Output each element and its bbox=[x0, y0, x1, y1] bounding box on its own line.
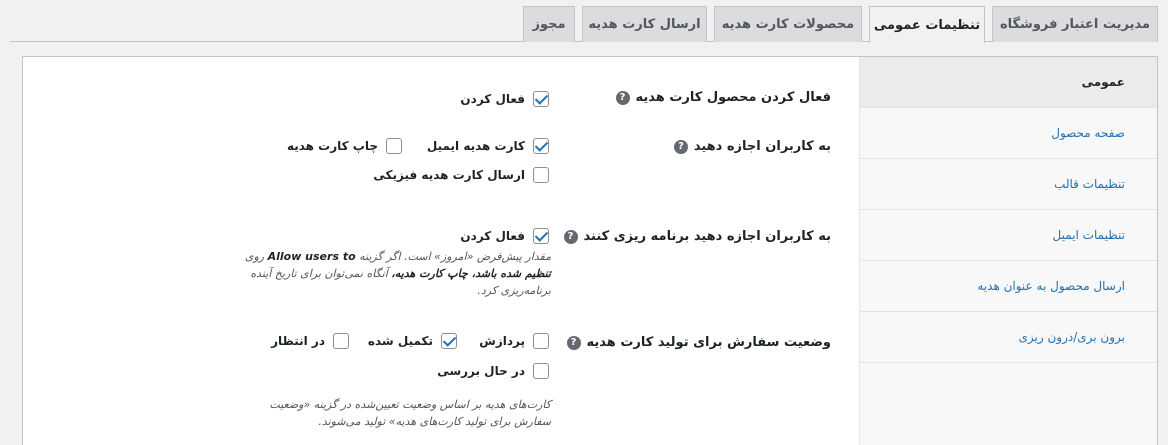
help-icon[interactable]: ? bbox=[673, 139, 688, 154]
status-pending-checkbox[interactable] bbox=[333, 333, 349, 349]
order-status-label: وضعیت سفارش برای تولید کارت هدیه ? bbox=[566, 335, 831, 350]
status-onhold-checkbox[interactable] bbox=[533, 363, 549, 379]
tab-store-credit[interactable]: مدیریت اعتبار فروشگاه bbox=[992, 6, 1158, 42]
enable-giftcard-checkbox[interactable] bbox=[533, 91, 549, 107]
print-giftcard-option: چاپ کارت هدیه bbox=[287, 138, 402, 154]
sidebar-item-product-page[interactable]: صفحه محصول bbox=[860, 108, 1157, 159]
sidebar-item-template-settings[interactable]: تنظیمات قالب bbox=[860, 159, 1157, 210]
allow-schedule-option: فعال کردن bbox=[460, 228, 549, 244]
desc-text: آنگاه نمی‌توان برای تاریخ bbox=[274, 267, 388, 280]
status-pending-option: در انتظار bbox=[271, 333, 349, 349]
allow-schedule-description: مقدار پیش‌فرض «امروز» است. اگر گزینه All… bbox=[231, 248, 551, 299]
physical-giftcard-label: ارسال کارت هدیه فیزیکی bbox=[373, 168, 525, 182]
settings-tabs: مدیریت اعتبار فروشگاه تنظیمات عمومی محصو… bbox=[10, 6, 1158, 43]
status-completed-option: تکمیل شده bbox=[368, 333, 457, 349]
status-processing-option: پردازش bbox=[479, 333, 549, 349]
allow-users-label: به کاربران اجازه دهید ? bbox=[673, 139, 831, 154]
print-giftcard-checkbox[interactable] bbox=[386, 138, 402, 154]
email-giftcard-option: کارت هدیه ایمیل bbox=[427, 138, 549, 154]
order-status-label-text: وضعیت سفارش برای تولید کارت هدیه bbox=[586, 335, 831, 350]
desc-bold: Allow users to bbox=[267, 250, 356, 263]
print-giftcard-label: چاپ کارت هدیه bbox=[286, 139, 378, 153]
desc-line: کارت‌های هدیه بر اساس وضعیت تعیین‌شده در… bbox=[269, 398, 551, 411]
status-pending-label: در انتظار bbox=[271, 334, 325, 348]
enable-giftcard-label-text: فعال کردن محصول کارت هدیه bbox=[635, 90, 831, 105]
status-processing-label: پردازش bbox=[479, 334, 525, 348]
status-processing-checkbox[interactable] bbox=[533, 333, 549, 349]
tab-giftcard-products[interactable]: محصولات کارت هدیه bbox=[714, 6, 862, 42]
desc-bold: تنظیم شده باشد، چاپ کارت هدیه، bbox=[391, 267, 551, 280]
tab-general-settings[interactable]: تنظیمات عمومی bbox=[869, 6, 985, 43]
settings-sidebar: عمومی صفحه محصول تنظیمات قالب تنظیمات ای… bbox=[859, 57, 1157, 445]
allow-schedule-option-label: فعال کردن bbox=[460, 229, 525, 243]
enable-giftcard-label: فعال کردن محصول کارت هدیه ? bbox=[615, 90, 831, 105]
status-completed-checkbox[interactable] bbox=[441, 333, 457, 349]
allow-schedule-label-text: به کاربران اجازه دهید برنامه ریزی کنند bbox=[583, 229, 831, 244]
desc-text: مقدار پیش‌فرض «امروز» است. اگر گزینه bbox=[359, 250, 551, 263]
tab-send-giftcard[interactable]: ارسال کارت هدیه bbox=[582, 6, 707, 42]
sidebar-item-email-settings[interactable]: تنظیمات ایمیل bbox=[860, 210, 1157, 261]
enable-giftcard-option-label: فعال کردن bbox=[460, 92, 525, 106]
sidebar-item-general[interactable]: عمومی bbox=[860, 57, 1157, 108]
physical-giftcard-checkbox[interactable] bbox=[533, 167, 549, 183]
sidebar-item-import-export[interactable]: برون بری/درون ریزی bbox=[860, 312, 1157, 363]
tab-license[interactable]: مجوز bbox=[523, 6, 575, 42]
desc-line: سفارش برای تولید کارت‌های هدیه» تولید می… bbox=[318, 415, 551, 428]
status-completed-label: تکمیل شده bbox=[367, 334, 433, 348]
allow-schedule-checkbox[interactable] bbox=[533, 228, 549, 244]
help-icon[interactable]: ? bbox=[563, 229, 578, 244]
allow-users-label-text: به کاربران اجازه دهید bbox=[693, 139, 831, 154]
order-status-description: کارت‌های هدیه بر اساس وضعیت تعیین‌شده در… bbox=[231, 396, 551, 430]
settings-panel: عمومی صفحه محصول تنظیمات قالب تنظیمات ای… bbox=[22, 56, 1158, 445]
desc-text: روی bbox=[244, 250, 265, 263]
email-giftcard-label: کارت هدیه ایمیل bbox=[426, 139, 525, 153]
enable-giftcard-option: فعال کردن bbox=[460, 91, 549, 107]
email-giftcard-checkbox[interactable] bbox=[533, 138, 549, 154]
status-onhold-option: در حال بررسی bbox=[437, 363, 549, 379]
physical-giftcard-option: ارسال کارت هدیه فیزیکی bbox=[373, 167, 549, 183]
help-icon[interactable]: ? bbox=[566, 335, 581, 350]
status-onhold-label: در حال بررسی bbox=[437, 364, 525, 378]
sidebar-item-gift-product[interactable]: ارسال محصول به عنوان هدیه bbox=[860, 261, 1157, 312]
allow-schedule-label: به کاربران اجازه دهید برنامه ریزی کنند ? bbox=[563, 229, 831, 244]
help-icon[interactable]: ? bbox=[615, 90, 630, 105]
